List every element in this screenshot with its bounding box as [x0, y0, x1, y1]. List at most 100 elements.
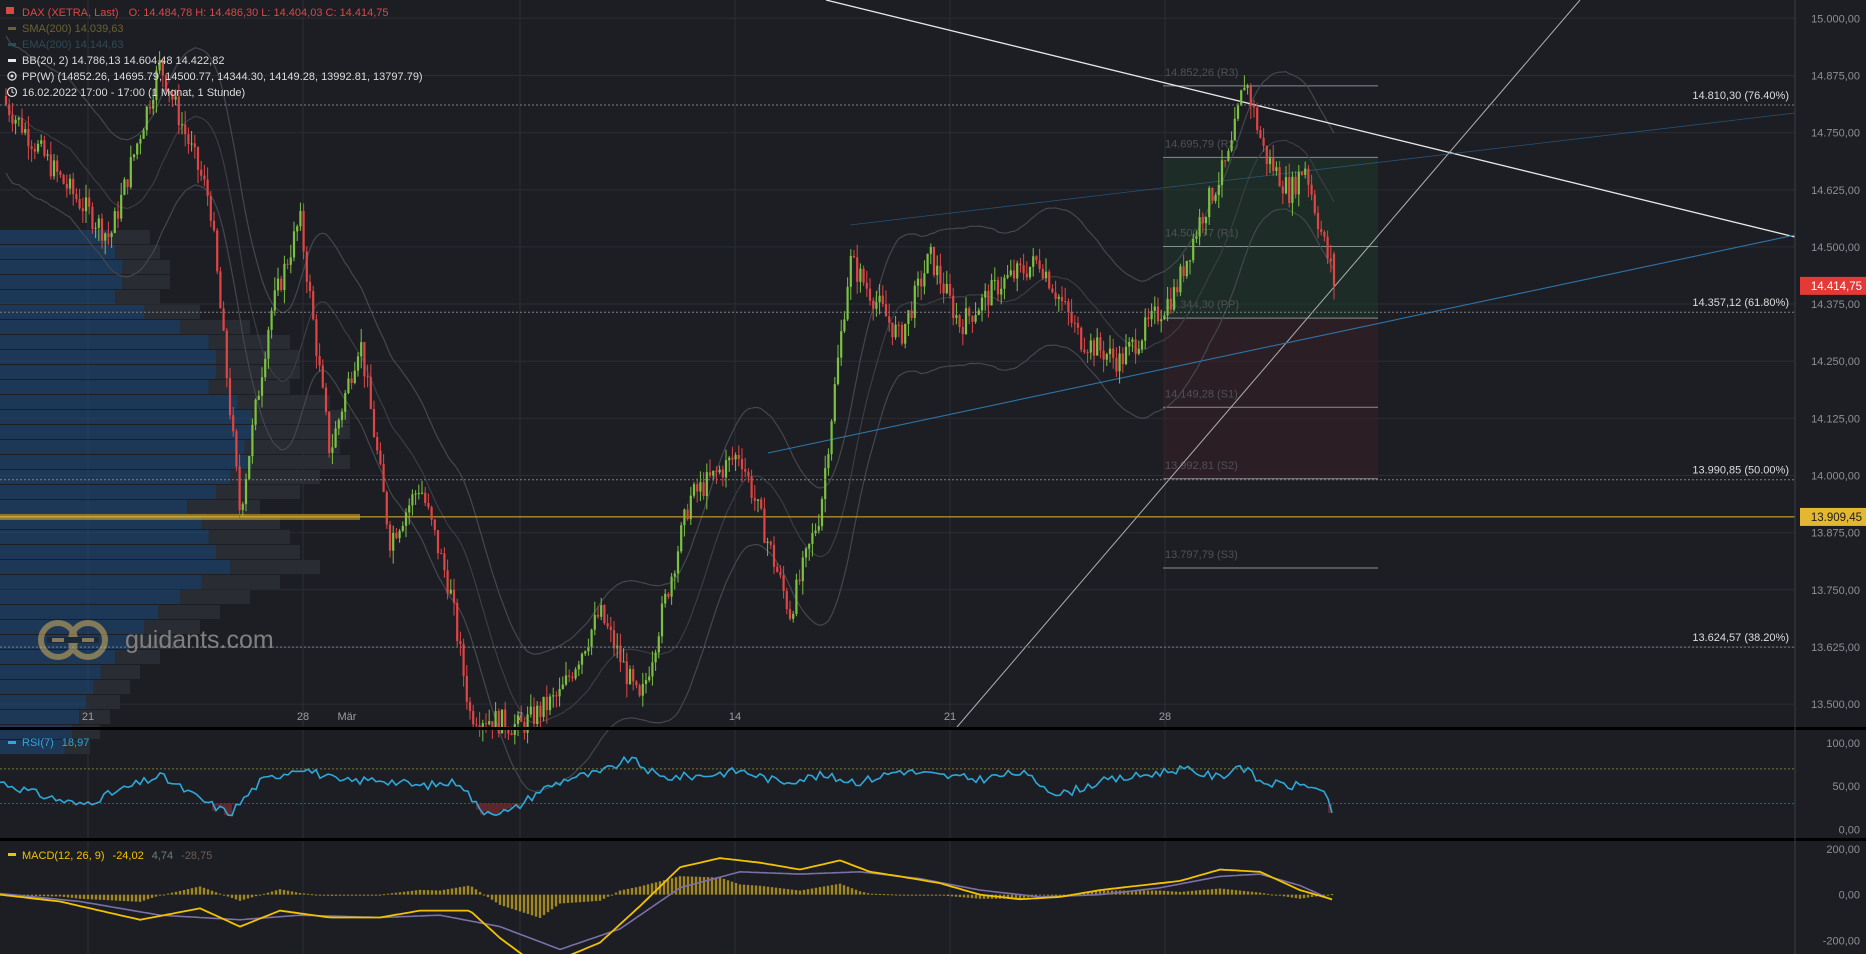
volume-profile-bar	[0, 560, 231, 574]
macd-histogram-bar	[598, 894, 602, 901]
candle-body	[398, 530, 401, 539]
volume-profile-bar-sell	[180, 320, 250, 334]
candle-body	[289, 257, 292, 265]
macd-histogram-bar	[614, 892, 618, 895]
candle-body	[369, 376, 372, 410]
candle-body	[33, 148, 36, 152]
candle-body	[1288, 177, 1291, 203]
macd-histogram-bar	[594, 894, 598, 902]
candle-body	[1099, 337, 1102, 351]
macd-histogram-bar	[810, 888, 814, 895]
candle-body	[939, 265, 942, 284]
candle-body	[1294, 176, 1297, 195]
macd-histogram-bar	[378, 894, 382, 896]
macd-histogram-bar	[886, 894, 890, 896]
time-tick-label: 28	[297, 711, 309, 723]
macd-histogram-bar	[386, 893, 390, 895]
macd-histogram-bar	[138, 894, 142, 902]
rsi-legend-swatch	[8, 741, 16, 744]
candle-body	[4, 96, 8, 105]
macd-histogram-bar	[538, 894, 542, 918]
fib-level-label: 14.357,12 (61.80%)	[1692, 297, 1789, 309]
candle-body	[94, 227, 97, 229]
candle-body	[753, 498, 756, 501]
candle-body	[1332, 253, 1336, 286]
candle-body	[1313, 194, 1316, 213]
candle-body	[708, 472, 712, 476]
panel-separator[interactable]	[0, 727, 1866, 730]
candle-body	[830, 421, 833, 455]
ema-legend-swatch	[8, 43, 16, 46]
macd-histogram-bar	[1270, 894, 1274, 896]
candle-body	[414, 493, 417, 495]
macd-histogram-bar	[34, 894, 38, 897]
candle-body	[145, 106, 148, 131]
macd-histogram-bar	[1202, 889, 1206, 895]
macd-histogram-bar	[118, 894, 122, 901]
macd-histogram-bar	[374, 894, 378, 896]
candle-body	[27, 129, 30, 147]
candle-body	[552, 695, 555, 697]
chart-svg[interactable]: 14.852,26 (R3)14.695,79 (R2)14.500,77 (R…	[0, 0, 1866, 954]
macd-histogram-bar	[642, 885, 646, 895]
macd-histogram-bar	[1146, 890, 1150, 895]
macd-histogram-bar	[166, 893, 170, 895]
macd-histogram-bar	[526, 894, 530, 915]
macd-histogram-bar	[1254, 892, 1258, 895]
macd-signal-line	[0, 870, 1333, 951]
pivot-label: 13.992,81 (S2)	[1165, 460, 1238, 472]
price-badge-label: 13.909,45	[1811, 512, 1862, 524]
macd-histogram-bar	[222, 894, 226, 896]
candle-body	[91, 206, 94, 229]
candle-body	[244, 479, 248, 505]
candle-body	[139, 138, 142, 144]
volume-profile-bar-sell	[216, 545, 300, 559]
volume-profile-bar-sell	[216, 485, 300, 499]
candle-body	[603, 605, 606, 624]
macd-histogram-bar	[1250, 891, 1254, 895]
candle-body	[929, 246, 932, 254]
candle-body	[712, 470, 715, 476]
candle-body	[52, 160, 56, 177]
macd-histogram-bar	[934, 894, 938, 896]
candle-body	[808, 543, 811, 549]
candle-body	[532, 706, 536, 724]
candle-body	[766, 541, 769, 543]
candle-body	[40, 140, 43, 144]
candle-body	[273, 290, 276, 311]
macd-histogram-bar	[134, 894, 138, 902]
candle-body	[1265, 145, 1268, 165]
candle-body	[196, 147, 200, 170]
candle-body	[1048, 271, 1051, 289]
price-tick-label: 14.625,00	[1811, 185, 1860, 197]
candle-body	[456, 602, 459, 642]
candle-body	[78, 199, 81, 209]
candle-body	[580, 653, 584, 665]
candle-body	[529, 706, 532, 715]
candle-body	[1060, 296, 1064, 302]
macd-histogram-bar	[606, 894, 610, 897]
candle-body	[1214, 195, 1217, 201]
volume-profile-bar	[0, 260, 123, 274]
candle-body	[641, 683, 644, 696]
candle-body	[308, 281, 312, 292]
candle-body	[1188, 260, 1192, 262]
candle-body	[680, 525, 683, 552]
macd-histogram-bar	[678, 876, 682, 895]
macd-histogram-bar	[1274, 894, 1278, 896]
macd-line	[0, 857, 1333, 954]
candle-body	[1000, 288, 1003, 295]
candle-body	[1105, 354, 1108, 360]
candle-body	[43, 140, 46, 156]
candle-body	[600, 605, 603, 617]
macd-histogram-bar	[534, 894, 538, 917]
volume-profile-bar	[0, 485, 216, 499]
macd-histogram-bar	[1162, 890, 1166, 895]
candle-body	[574, 669, 577, 679]
candle-body	[420, 492, 424, 494]
panel-separator[interactable]	[0, 838, 1866, 841]
candle-body	[1217, 184, 1220, 196]
candle-body	[884, 303, 888, 317]
candle-body	[878, 295, 881, 303]
candle-body	[248, 456, 251, 480]
